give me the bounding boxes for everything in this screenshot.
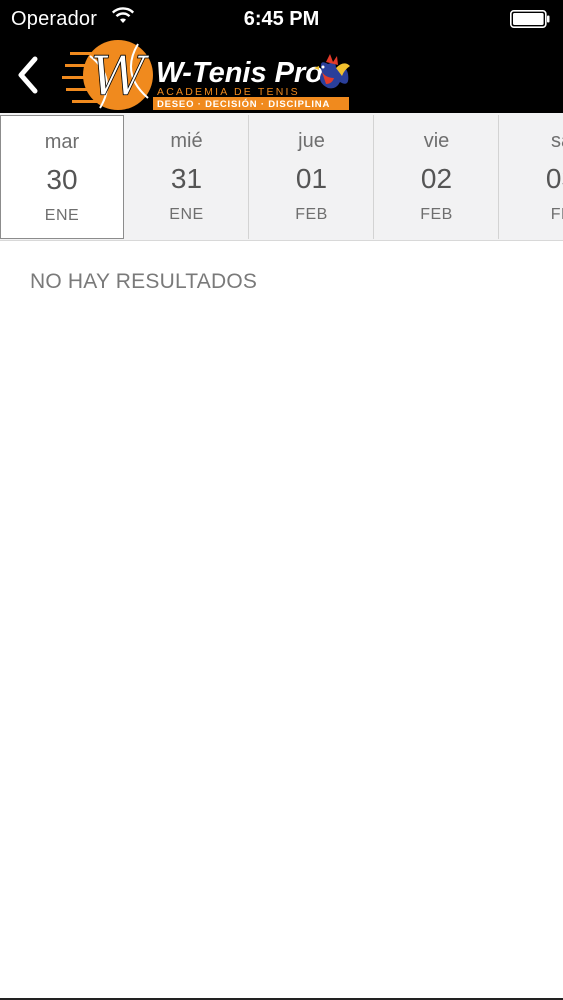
status-bar: Operador 6:45 PM bbox=[0, 0, 563, 38]
month-label: FEB bbox=[295, 206, 328, 223]
day-number: 31 bbox=[170, 163, 203, 194]
no-results-message: NO HAY RESULTADOS bbox=[30, 270, 258, 293]
weekday-label: vie bbox=[423, 130, 450, 152]
weekday-label: mar bbox=[44, 131, 80, 153]
date-item-jue-01[interactable]: jue 01 FEB bbox=[250, 115, 374, 239]
date-item-vie-02[interactable]: vie 02 FEB bbox=[375, 115, 499, 239]
weekday-label: sá bbox=[550, 130, 563, 152]
academy-logo: W W-Tenis Pro ACADEMIA DE TENIS DESEO · … bbox=[60, 38, 352, 112]
day-number: 02 bbox=[420, 163, 453, 194]
chevron-left-icon bbox=[18, 56, 38, 94]
date-item-mar-30[interactable]: mar 30 ENE bbox=[0, 115, 124, 239]
battery-icon bbox=[510, 10, 550, 28]
back-button[interactable] bbox=[8, 52, 48, 98]
date-item-mie-31[interactable]: mié 31 ENE bbox=[125, 115, 249, 239]
date-item-sa-03[interactable]: sá 03 FE bbox=[500, 115, 563, 239]
date-selector: mar 30 ENE mié 31 ENE jue 01 FEB vie 02 … bbox=[0, 113, 563, 241]
weekday-label: jue bbox=[298, 130, 325, 152]
logo-tagline: DESEO · DECISIÓN · DISCIPLINA bbox=[157, 98, 330, 110]
day-number: 30 bbox=[46, 164, 78, 195]
logo-title: W-Tenis Pro bbox=[156, 57, 323, 89]
month-label: FEB bbox=[420, 206, 453, 223]
clock: 6:45 PM bbox=[243, 8, 320, 30]
logo-letter: W bbox=[90, 45, 150, 108]
day-number: 01 bbox=[295, 163, 328, 194]
logo-subtitle: ACADEMIA DE TENIS bbox=[157, 86, 300, 98]
top-bar: Operador 6:45 PM W W-Tenis Pro ACADEMIA … bbox=[0, 0, 563, 113]
month-label: ENE bbox=[44, 207, 80, 224]
weekday-label: mié bbox=[170, 130, 203, 152]
month-label: ENE bbox=[169, 206, 204, 223]
day-number: 03 bbox=[545, 163, 563, 194]
month-label: FE bbox=[550, 206, 563, 223]
